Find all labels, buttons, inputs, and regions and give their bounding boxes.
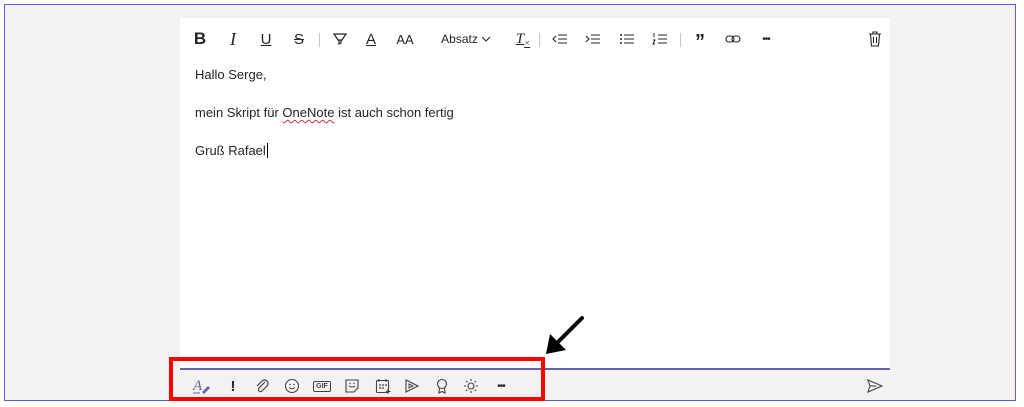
clear-formatting-button[interactable]: T × (512, 26, 534, 52)
format-toolbar: B I U S A AA Absatz T × ” ••• (180, 26, 890, 53)
strikethrough-button[interactable]: S (289, 26, 309, 52)
increase-indent-icon (585, 34, 600, 44)
numbered-list-button[interactable] (650, 26, 670, 52)
chevron-down-icon (481, 36, 491, 42)
compose-box[interactable]: B I U S A AA Absatz T × ” ••• Hallo Serg… (180, 18, 890, 370)
misspelled-word[interactable]: OneNote (282, 105, 334, 120)
send-icon (867, 379, 883, 393)
divider (680, 33, 681, 47)
clear-formatting-icon: T (515, 30, 525, 47)
numbered-list-icon (652, 33, 667, 45)
underline-button[interactable]: U (256, 26, 276, 52)
send-button[interactable] (865, 373, 885, 399)
clear-formatting-x: × (524, 38, 531, 48)
greeting-text: Hallo Serge, (195, 67, 267, 82)
font-color-button[interactable]: A (361, 26, 381, 52)
divider (539, 33, 540, 47)
message-line: Hallo Serge, (195, 66, 454, 83)
more-icon: ••• (762, 33, 770, 45)
highlight-box (169, 357, 545, 401)
decrease-indent-button[interactable] (550, 26, 570, 52)
divider (319, 33, 320, 47)
quote-icon: ” (695, 30, 705, 53)
trash-icon (869, 31, 881, 47)
strikethrough-icon: S (293, 30, 304, 48)
delete-button[interactable] (866, 26, 884, 52)
font-color-icon: A (365, 30, 376, 48)
increase-indent-button[interactable] (583, 26, 603, 52)
message-line: Gruß Rafael (195, 142, 454, 159)
paragraph-dropdown[interactable]: Absatz (438, 26, 494, 52)
message-line: mein Skript für OneNote ist auch schon f… (195, 104, 454, 121)
italic-icon: I (230, 28, 236, 49)
highlighter-icon (332, 33, 348, 45)
text-cursor (266, 143, 268, 158)
bulleted-list-button[interactable] (617, 26, 637, 52)
decrease-indent-icon (552, 34, 567, 44)
underline-icon: U (260, 30, 272, 48)
annotation-arrow (546, 316, 584, 354)
body-text: mein Skript für (195, 105, 283, 120)
body-text: ist auch schon fertig (334, 105, 454, 120)
highlight-button[interactable] (330, 26, 350, 52)
bold-button[interactable]: B (190, 26, 210, 52)
bulleted-list-icon (620, 34, 634, 44)
message-body[interactable]: Hallo Serge, mein Skript für OneNote ist… (195, 66, 454, 180)
bold-icon: B (193, 29, 207, 48)
paragraph-label: Absatz (441, 32, 478, 46)
font-size-button[interactable]: AA (393, 26, 417, 52)
font-size-icon: AA (396, 31, 414, 47)
link-icon (725, 35, 741, 43)
italic-button[interactable]: I (223, 26, 243, 52)
quote-button[interactable]: ” (690, 26, 710, 53)
signature-text: Gruß Rafael (195, 143, 266, 158)
more-options-button[interactable]: ••• (755, 26, 777, 52)
link-button[interactable] (723, 26, 743, 52)
